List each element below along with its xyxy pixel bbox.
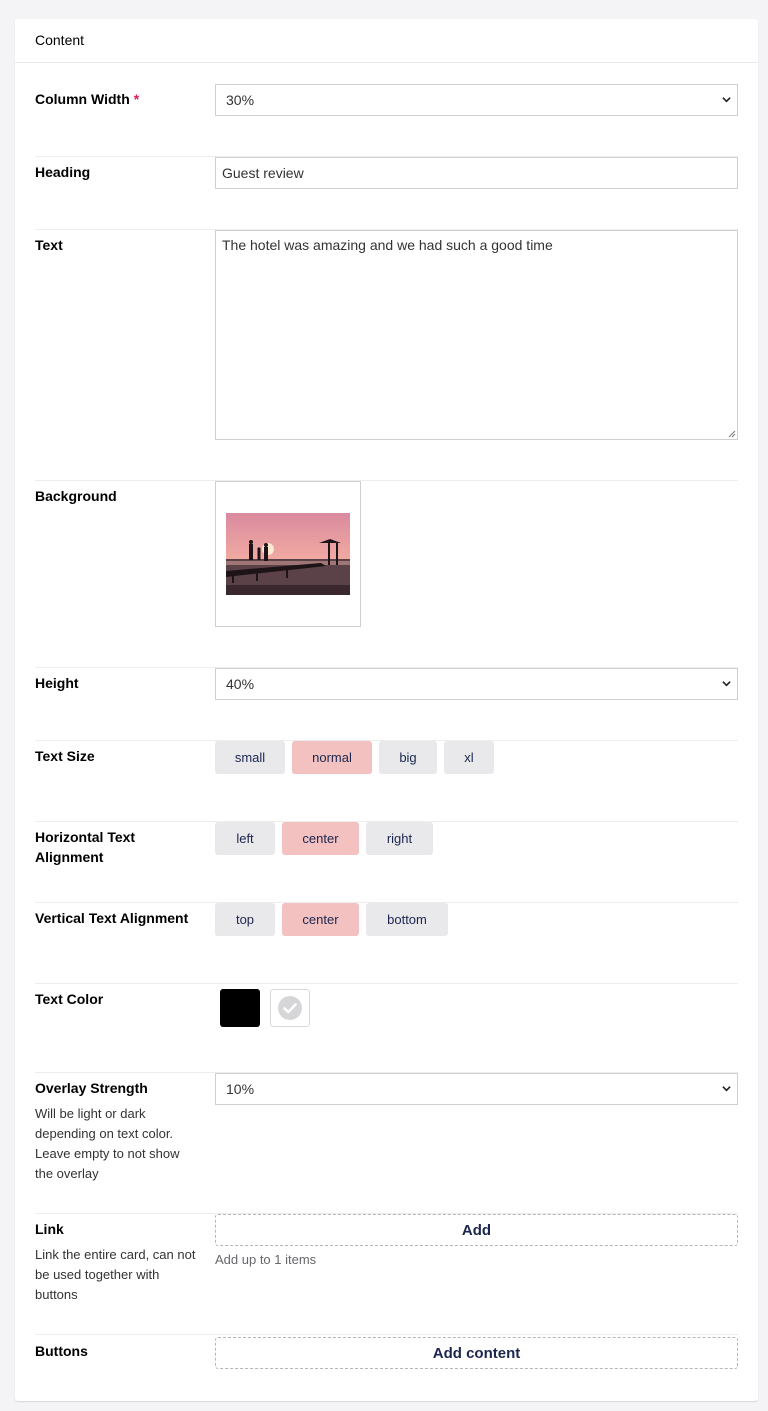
text-color-swatches — [215, 984, 738, 1027]
text-size-option-xl[interactable]: xl — [444, 741, 494, 774]
v-align-option-bottom[interactable]: bottom — [366, 903, 448, 936]
v-align-option-top[interactable]: top — [215, 903, 275, 936]
heading-label: Heading — [35, 164, 91, 180]
height-select[interactable]: 40% — [215, 668, 738, 700]
text-label: Text — [35, 237, 63, 253]
property-overlay-strength: Overlay Strength Will be light or dark d… — [35, 1073, 738, 1214]
text-size-option-big[interactable]: big — [379, 741, 437, 774]
add-link-button[interactable]: Add — [215, 1214, 738, 1246]
text-size-option-normal[interactable]: normal — [292, 741, 372, 774]
overlay-strength-description: Will be light or dark depending on text … — [35, 1106, 180, 1181]
color-swatch-black[interactable] — [220, 989, 260, 1027]
text-size-label: Text Size — [35, 748, 95, 764]
content-panel: Content Column Width * 30% Heading Guest … — [15, 19, 758, 1401]
vertical-alignment-label: Vertical Text Alignment — [35, 910, 189, 926]
link-hint: Add up to 1 items — [215, 1252, 317, 1267]
property-text: Text The hotel was amazing and we had su… — [35, 230, 738, 481]
chevron-down-icon — [722, 97, 731, 103]
panel-title: Content — [15, 19, 758, 63]
required-mark: * — [133, 91, 140, 107]
buttons-label: Buttons — [35, 1343, 88, 1359]
property-text-size: Text Size small normal big xl — [35, 741, 738, 822]
horizontal-alignment-options: left center right — [215, 822, 738, 855]
property-column-width: Column Width * 30% — [35, 84, 738, 157]
background-label: Background — [35, 488, 117, 504]
text-size-option-small[interactable]: small — [215, 741, 285, 774]
text-color-label: Text Color — [35, 991, 104, 1007]
chevron-down-icon — [722, 681, 731, 687]
overlay-strength-select[interactable]: 10% — [215, 1073, 738, 1105]
property-vertical-alignment: Vertical Text Alignment top center botto… — [35, 903, 738, 984]
resize-grip-icon[interactable] — [727, 429, 736, 438]
overlay-strength-label: Overlay Strength Will be light or dark d… — [35, 1078, 200, 1184]
chevron-down-icon — [722, 1086, 731, 1092]
text-size-options: small normal big xl — [215, 741, 738, 774]
property-link: Link Link the entire card, can not be us… — [35, 1214, 738, 1335]
property-background: Background — [35, 481, 738, 668]
h-align-option-left[interactable]: left — [215, 822, 275, 855]
column-width-label: Column Width * — [35, 91, 140, 107]
h-align-option-right[interactable]: right — [366, 822, 433, 855]
h-align-option-center[interactable]: center — [282, 822, 359, 855]
link-description: Link the entire card, can not be used to… — [35, 1247, 196, 1302]
background-image-picker[interactable] — [215, 481, 361, 627]
column-width-select[interactable]: 30% — [215, 84, 738, 116]
text-textarea[interactable]: The hotel was amazing and we had such a … — [215, 230, 738, 440]
property-text-color: Text Color — [35, 984, 738, 1073]
height-label: Height — [35, 675, 79, 691]
heading-input[interactable]: Guest review — [215, 157, 738, 189]
horizontal-alignment-label: Horizontal Text Alignment — [35, 829, 136, 865]
property-heading: Heading Guest review — [35, 157, 738, 230]
add-content-button[interactable]: Add content — [215, 1337, 738, 1369]
background-image-thumbnail — [226, 513, 350, 595]
property-height: Height 40% — [35, 668, 738, 741]
link-label: Link Link the entire card, can not be us… — [35, 1219, 200, 1305]
color-swatch-white[interactable] — [270, 989, 310, 1027]
vertical-alignment-options: top center bottom — [215, 903, 738, 936]
v-align-option-center[interactable]: center — [282, 903, 359, 936]
check-icon — [278, 996, 302, 1020]
property-buttons: Buttons Add content — [35, 1336, 738, 1396]
property-horizontal-alignment: Horizontal Text Alignment left center ri… — [35, 822, 738, 903]
